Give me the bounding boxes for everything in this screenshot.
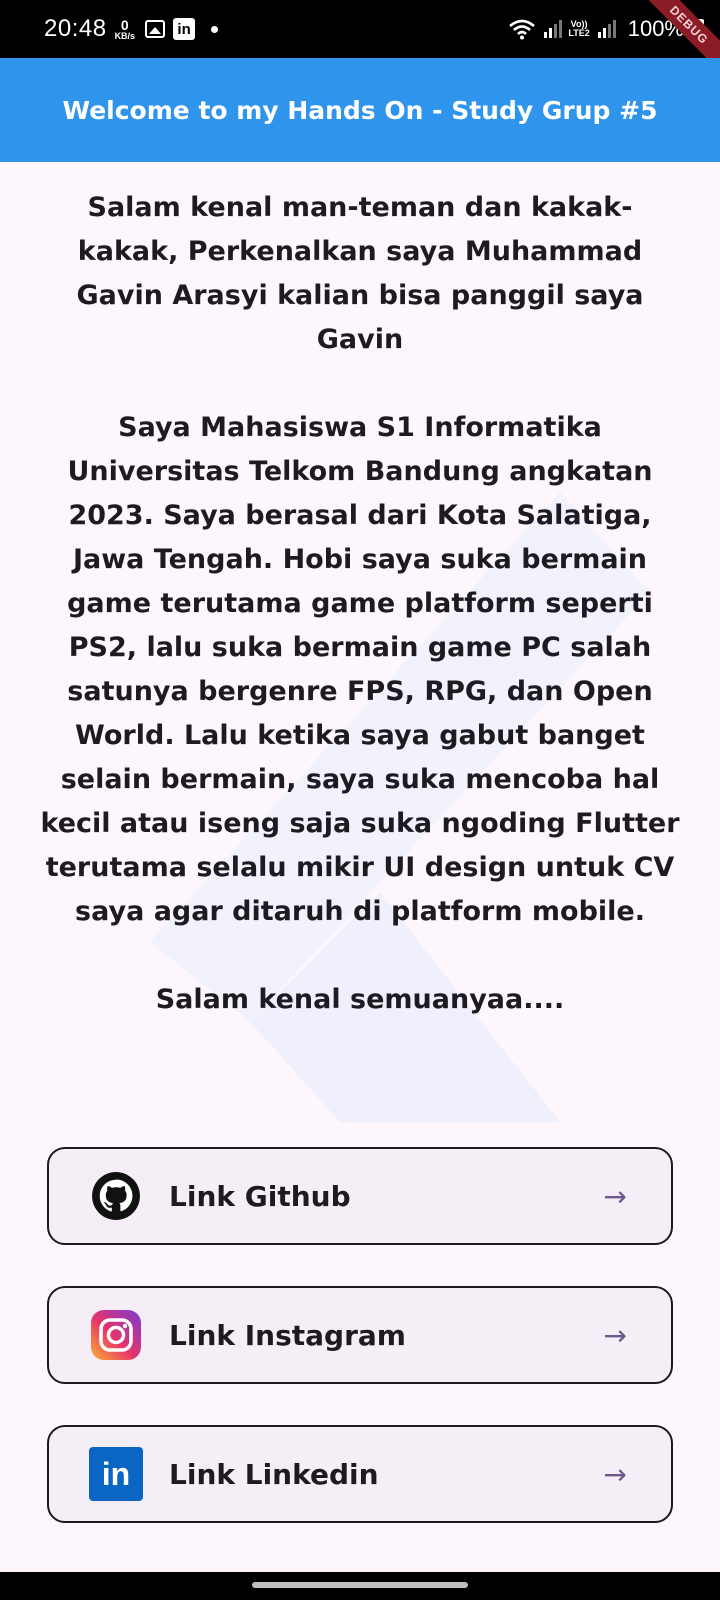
home-gesture-handle[interactable] xyxy=(252,1582,468,1588)
arrow-right-icon: → xyxy=(603,1457,627,1491)
intro-paragraph-2: Saya Mahasiswa S1 Informatika Universita… xyxy=(40,412,680,927)
github-link-button[interactable]: Link Github → xyxy=(47,1147,673,1245)
app-bar: Welcome to my Hands On - Study Grup #5 xyxy=(0,58,720,162)
arrow-right-icon: → xyxy=(603,1318,627,1352)
network-speed-unit: KB/s xyxy=(114,30,136,41)
wifi-icon xyxy=(509,19,536,40)
linkedin-notification-icon: in xyxy=(173,18,196,40)
gallery-icon xyxy=(145,20,166,38)
linkedin-link-label: Link Linkedin xyxy=(169,1457,379,1491)
network-speed: 0 KB/s xyxy=(115,18,136,41)
instagram-link-button[interactable]: Link Instagram → xyxy=(47,1286,673,1384)
intro-closing: Salam kenal semuanyaa.... xyxy=(155,984,565,1015)
app-bar-title: Welcome to my Hands On - Study Grup #5 xyxy=(62,95,658,125)
intro-paragraph-1: Salam kenal man-teman dan kakak-kakak, P… xyxy=(76,192,644,355)
linkedin-link-button[interactable]: in Link Linkedin → xyxy=(47,1425,673,1523)
linkedin-icon: in xyxy=(89,1447,143,1501)
signal-icon-2 xyxy=(597,20,616,38)
arrow-right-icon: → xyxy=(603,1179,627,1213)
instagram-link-label: Link Instagram xyxy=(169,1318,406,1352)
github-link-label: Link Github xyxy=(169,1179,351,1213)
linkedin-icon-text: in xyxy=(89,1447,143,1501)
system-nav-bar xyxy=(0,1572,720,1600)
github-icon xyxy=(89,1169,143,1223)
intro-text: Salam kenal man-teman dan kakak-kakak, P… xyxy=(40,186,680,1022)
lte-indicator: Vo)) LTE2 xyxy=(568,20,589,38)
signal-icon xyxy=(544,20,563,38)
network-speed-value: 0 xyxy=(120,16,129,33)
status-bar: 20:48 0 KB/s in Vo)) LTE2 100% DEBUG xyxy=(0,0,720,79)
status-time: 20:48 xyxy=(44,15,107,42)
more-notifications-dot xyxy=(211,25,219,33)
lte-line2: LTE2 xyxy=(568,28,590,38)
instagram-icon xyxy=(89,1308,143,1362)
